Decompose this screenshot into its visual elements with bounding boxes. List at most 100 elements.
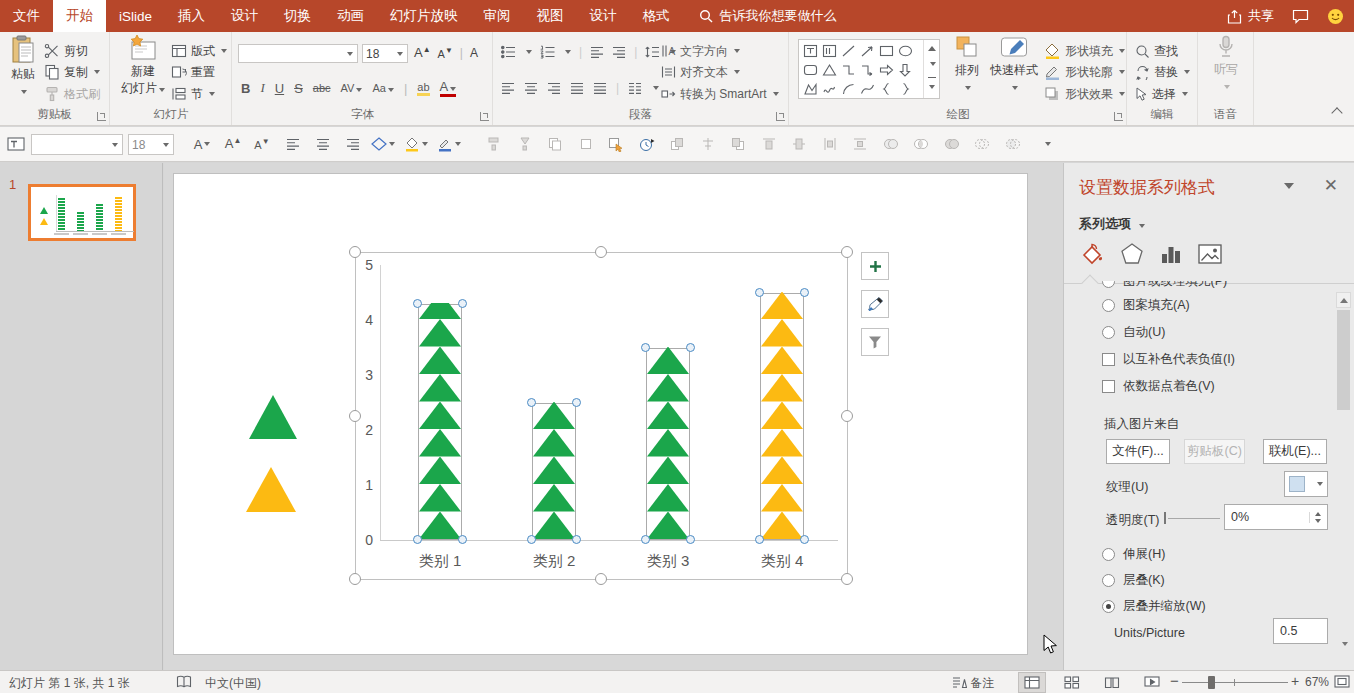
replace-button[interactable]: 替换 [1135, 63, 1190, 81]
qt-shape-button[interactable] [371, 133, 395, 155]
shape-arc-icon[interactable] [839, 79, 858, 98]
chart-object[interactable]: 012345类别 1类别 2类别 3类别 4 [355, 252, 848, 580]
transparency-slider-track[interactable] [1168, 518, 1220, 519]
shape-block-right-icon[interactable] [877, 60, 896, 79]
shape-freeform-icon[interactable] [801, 79, 820, 98]
pane-tab-picture-icon[interactable] [1197, 241, 1223, 267]
menu-tab-iSlide[interactable]: iSlide [106, 0, 165, 32]
qt-paste-button[interactable] [574, 133, 598, 155]
layout-button[interactable]: 版式 [171, 42, 227, 60]
qt-copy-button[interactable] [543, 133, 567, 155]
shape-elbow-icon[interactable] [839, 60, 858, 79]
qt-format-painter-button[interactable] [482, 133, 506, 155]
menu-tab-动画[interactable]: 动画 [324, 0, 377, 32]
align-left-button[interactable] [501, 82, 515, 95]
pane-scrollbar[interactable] [1336, 292, 1351, 652]
menu-tab-文件[interactable]: 文件 [0, 0, 53, 32]
view-normal-button[interactable] [1018, 672, 1046, 693]
feedback-smiley-icon[interactable] [1327, 8, 1344, 25]
shadow-button[interactable]: abc [313, 82, 331, 94]
fill-check-2[interactable]: 以互补色代表负值(I) [1102, 351, 1235, 367]
share-button[interactable]: 共享 [1227, 7, 1274, 25]
menu-tab-设计[interactable]: 设计 [577, 0, 630, 32]
slide-thumbnail[interactable] [28, 184, 136, 241]
dialog-launcher-clipboard[interactable] [97, 112, 106, 121]
stack-radio-0[interactable]: 伸展(H) [1102, 546, 1165, 562]
view-slideshow-button[interactable] [1138, 672, 1166, 693]
text-direction-button[interactable]: A文字方向 [661, 42, 740, 60]
char-spacing-button[interactable]: AV [341, 82, 363, 94]
tell-me-search[interactable]: 告诉我你想要做什么 [699, 0, 837, 32]
fill-check-3[interactable]: 依数据点着色(V) [1102, 378, 1215, 394]
chart-bar-3[interactable] [646, 348, 690, 541]
distribute-button[interactable] [593, 82, 607, 95]
chart-filter-button[interactable] [861, 328, 889, 356]
grow-font-button[interactable]: A▲ [414, 45, 431, 60]
pane-close-icon[interactable]: ✕ [1324, 175, 1338, 196]
qt-font-color-button[interactable]: A [190, 133, 214, 155]
zoom-slider-thumb[interactable] [1208, 676, 1215, 689]
qt-select-object-button[interactable] [604, 133, 628, 155]
italic-button[interactable]: I [260, 80, 264, 96]
chart-add-element-button[interactable] [861, 252, 889, 280]
shapes-gallery[interactable] [798, 39, 940, 99]
cut-button[interactable]: 剪切 [44, 42, 88, 60]
columns-button[interactable] [628, 82, 642, 95]
shape-brace-l-icon[interactable] [877, 79, 896, 98]
qt-animation-timing-button[interactable] [635, 133, 659, 155]
qt-font-size-combo[interactable]: 18 [128, 134, 174, 155]
qt-font-combo[interactable] [31, 134, 123, 155]
spellcheck-icon[interactable] [176, 675, 193, 691]
qt-grow-font-button[interactable]: A▲ [221, 133, 245, 155]
menu-tab-切换[interactable]: 切换 [271, 0, 324, 32]
menu-tab-幻灯片放映[interactable]: 幻灯片放映 [377, 0, 471, 32]
reset-button[interactable]: 重置 [171, 63, 215, 81]
qt-align-center-button[interactable] [311, 133, 335, 155]
stack-radio-1[interactable]: 层叠(K) [1102, 572, 1165, 588]
shape-vtext-box-icon[interactable] [820, 41, 839, 60]
shape-round-rect-icon[interactable] [801, 60, 820, 79]
new-slide-button[interactable]: 新建幻灯片 [119, 35, 167, 97]
shape-text-box-icon[interactable] [801, 41, 820, 60]
shape-fill-button[interactable]: 形状填充 [1044, 42, 1125, 60]
texture-dropdown[interactable] [1284, 471, 1328, 497]
chart-bar-2[interactable] [532, 403, 576, 541]
gallery-up-icon[interactable] [928, 46, 936, 51]
shape-brace-r-icon[interactable] [896, 79, 915, 98]
clear-format-button[interactable]: A [470, 46, 478, 60]
shape-block-down-icon[interactable] [896, 60, 915, 79]
fit-slide-button[interactable] [1334, 675, 1350, 691]
menu-tab-格式[interactable]: 格式 [630, 0, 683, 32]
qt-more-button[interactable] [1035, 133, 1059, 155]
zoom-percentage[interactable]: 67% [1305, 675, 1329, 689]
slide-triangle-green[interactable] [249, 395, 297, 439]
decrease-indent-button[interactable] [590, 46, 604, 59]
pane-scroll-down-icon[interactable] [1336, 636, 1351, 652]
gallery-down-icon[interactable] [930, 62, 936, 66]
find-button[interactable]: 查找 [1135, 42, 1178, 60]
gallery-more-icon[interactable] [928, 77, 936, 92]
slide-triangle-yellow[interactable] [246, 467, 296, 512]
bullets-button[interactable] [501, 45, 516, 59]
shape-elbow-arrow-icon[interactable] [858, 60, 877, 79]
pane-dropdown-icon[interactable] [1284, 183, 1294, 189]
insert-from-button-2[interactable]: 联机(E)... [1263, 439, 1327, 464]
menu-tab-审阅[interactable]: 审阅 [471, 0, 524, 32]
copy-button[interactable]: 复制 [44, 63, 100, 81]
menu-tab-插入[interactable]: 插入 [165, 0, 218, 32]
qt-outline-button[interactable] [437, 133, 461, 155]
pane-scroll-thumb[interactable] [1337, 310, 1350, 410]
chart-bar-4[interactable] [760, 293, 804, 541]
chart-bar-1[interactable] [418, 304, 462, 541]
zoom-out-button[interactable]: − [1170, 675, 1179, 689]
quick-styles-button[interactable]: 快速样式 [988, 35, 1040, 93]
align-text-button[interactable]: 对齐文本 [661, 63, 740, 81]
qt-align-left-button[interactable] [281, 133, 305, 155]
view-sorter-button[interactable] [1058, 672, 1086, 693]
pane-tab-effects-icon[interactable] [1119, 241, 1145, 267]
font-color-button[interactable]: A [440, 79, 457, 97]
pane-tab-fill-icon[interactable] [1079, 241, 1105, 267]
shape-outline-button[interactable]: 形状轮廓 [1044, 63, 1125, 81]
strikethrough-button[interactable]: S [294, 81, 303, 96]
section-button[interactable]: 节 [171, 85, 215, 103]
